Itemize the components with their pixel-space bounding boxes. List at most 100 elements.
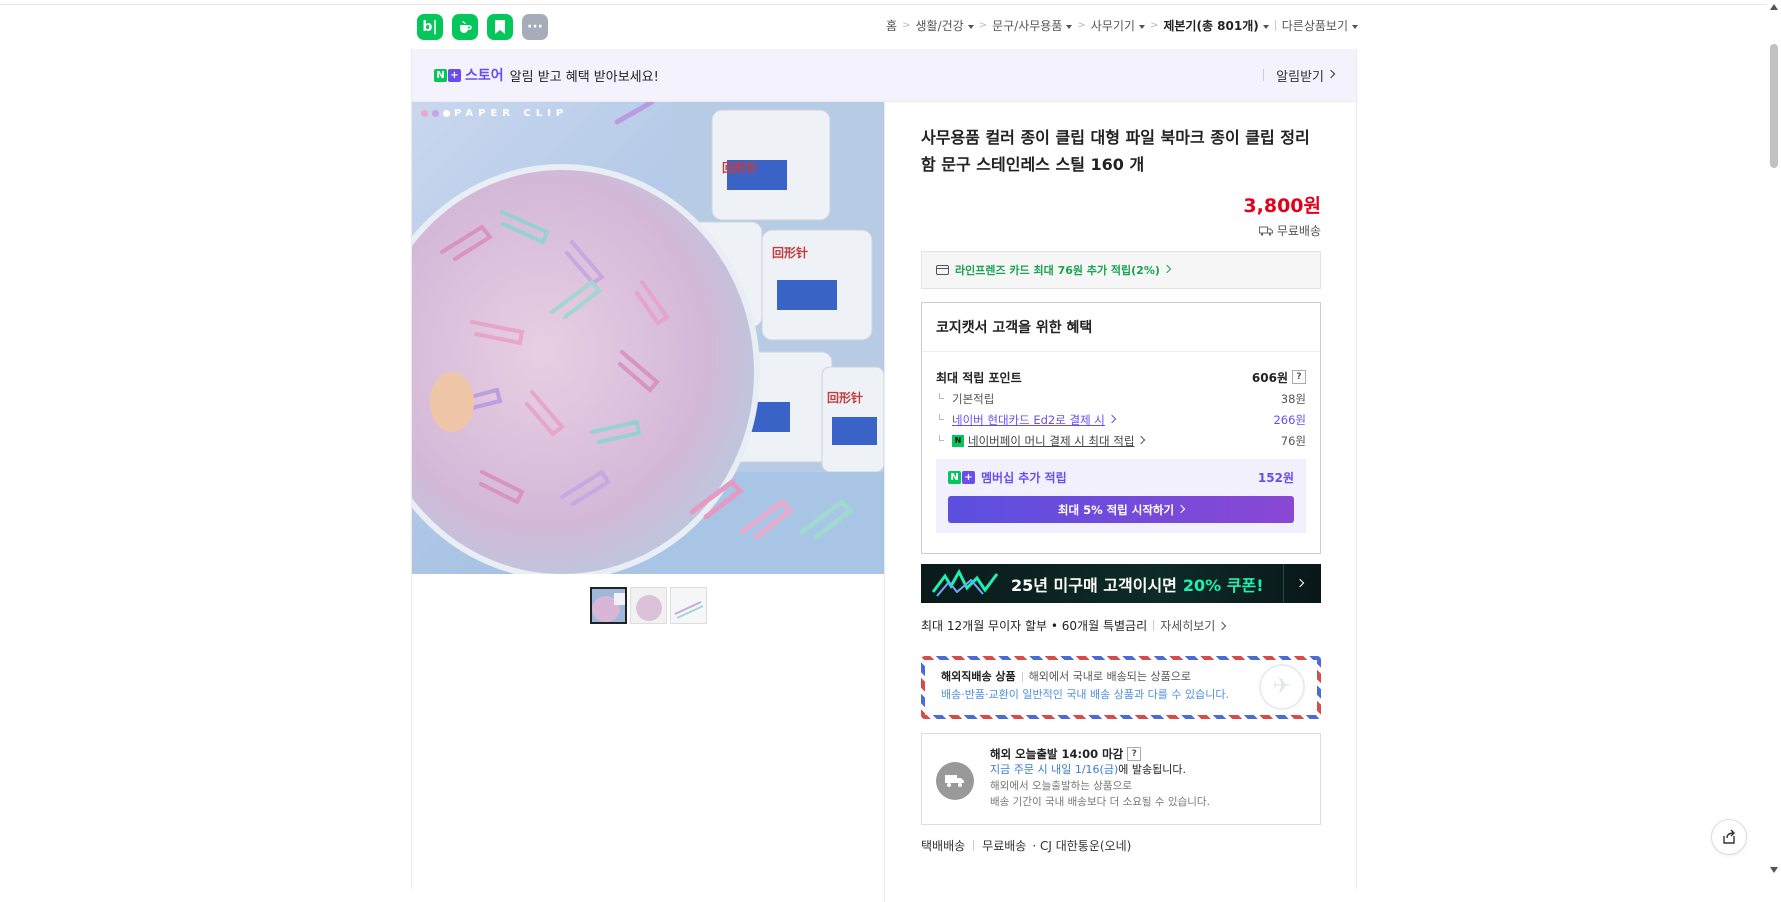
caret-down-icon [967,24,974,29]
breadcrumb-home[interactable]: 홈 [886,17,897,34]
truck-icon [1258,226,1273,236]
breadcrumb-category-2[interactable]: 문구/사무용품 [992,17,1073,34]
purple-dot-icon [432,110,439,117]
start-membership-button[interactable]: 최대 5% 적립 시작하기 [948,496,1294,523]
max-points-row: 최대 적립 포인트 606원 ? [936,366,1306,388]
banner-decoration-icon [931,568,999,597]
product-title: 사무용품 컬러 종이 클립 대형 파일 북마크 종이 클립 정리함 문구 스테인… [921,128,1310,174]
delivery-note-2: 배송 기간이 국내 배송보다 더 소요될 수 있습니다. [990,796,1210,808]
vertical-scrollbar[interactable] [1767,0,1781,877]
column-divider [884,102,885,902]
shipping-info: 무료배송 [921,222,1321,239]
basic-points-value: 38원 [1280,391,1306,406]
caret-down-icon [1066,24,1073,29]
banner-arrow [1283,564,1311,603]
card-points-link[interactable]: 네이버 현대카드 Ed2로 결제 시 [944,412,1105,428]
membership-value: 152원 [1257,471,1294,485]
blog-app-icon[interactable]: b| [417,14,443,40]
card-promo-link[interactable]: 라인프렌즈 카드 최대 76원 추가 적립(2%) [921,251,1321,289]
card-points-value: 266원 [1273,412,1306,427]
breadcrumb-category-1[interactable]: 생활/건강 [915,17,974,34]
start-membership-label: 최대 5% 적립 시작하기 [1057,502,1175,517]
thumbnail-1[interactable] [590,587,627,624]
scroll-thumb[interactable] [1770,44,1778,168]
breadcrumb-category-current[interactable]: 제본기(총 801개) [1163,17,1269,34]
paper-clip-brand-text: PAPER CLIP [454,108,569,119]
thumbnail-2[interactable] [630,587,667,624]
delivery-eta-row: 지금 주문 시 내일 1/16(금)에 발송됩니다. [990,762,1210,778]
plus-icon: + [962,471,975,484]
thumbnail-3[interactable] [670,587,707,624]
benefits-box: 코지캣서 고객을 위한 혜택 최대 적립 포인트 606원 ? 기본적립 38원… [921,302,1321,554]
caret-down-icon [1352,24,1358,29]
divider [1021,672,1023,682]
breadcrumb-category-3[interactable]: 사무기기 [1091,17,1145,34]
white-dot-icon [443,110,450,117]
truck-glyph [945,775,964,787]
divider [1263,69,1265,81]
basic-points-row: 기본적립 38원 [936,388,1306,409]
share-icon [1723,829,1735,844]
breadcrumb-separator-icon: > [978,20,988,31]
breadcrumb-category-2-label: 문구/사무용품 [992,19,1063,33]
subscribe-alerts-label: 알림받기 [1276,69,1324,85]
naver-n-icon: N [434,68,447,82]
chevron-right-icon [1107,414,1117,423]
breadcrumb-divider [1274,20,1276,31]
banner-highlight: 20% 쿠폰! [1182,575,1264,595]
subscribe-alerts-link[interactable]: 알림받기 [1263,66,1336,85]
breadcrumb-separator-icon: > [902,20,911,31]
delivery-truck-icon [936,762,974,800]
shipping-method-row: 택배배송 무료배송 · CJ 대한통운(오네) [921,837,1321,854]
chevron-right-icon [1162,264,1172,274]
divider [973,840,975,851]
scroll-down-icon[interactable] [1770,867,1778,873]
other-products-dropdown[interactable]: 다른상품보기 [1282,17,1358,34]
svg-text:回形针: 回形针 [722,160,758,175]
cafe-app-icon[interactable] [452,14,478,40]
delivery-title: 해외 오늘출발 14:00 마감 [990,747,1124,761]
paper-clips-photo: 回形针 回形针 回形针 [412,102,884,574]
delivery-eta: 지금 주문 시 내일 1/16(금) [990,763,1119,776]
npay-points-link[interactable]: 네이버페이 머니 결제 시 최대 적립 [968,433,1134,449]
chevron-right-icon [1176,504,1186,513]
product-page: N + 스토어 알림 받고 혜택 받아보세요! 알림받기 回形针 回形针 回形针… [411,49,1357,902]
basic-points-label: 기본적립 [952,391,995,406]
share-button[interactable] [1711,819,1747,855]
delivery-text: 해외 오늘출발 14:00 마감? 지금 주문 시 내일 1/16(금)에 발송… [990,746,1210,812]
notification-message: 알림 받고 혜택 받아보세요! [509,69,659,85]
thumbnail-3-image [671,588,706,623]
svg-text:回形针: 回形针 [772,245,808,260]
chevron-right-icon [1326,69,1336,79]
help-icon[interactable]: ? [1292,370,1306,384]
delivery-info-box: 해외 오늘출발 14:00 마감? 지금 주문 시 내일 1/16(금)에 발송… [921,733,1321,825]
product-info-panel: 사무용품 컬러 종이 클립 대형 파일 북마크 종이 클립 정리함 문구 스테인… [921,124,1321,854]
naver-plus-logo: N + [434,68,461,82]
bookmark-app-icon[interactable] [487,14,513,40]
membership-label: 멤버십 추가 적립 [981,471,1067,485]
delivery-note-1: 해외에서 오늘출발하는 상품으로 [990,780,1132,792]
card-points-row: 네이버 현대카드 Ed2로 결제 시 266원 [936,409,1306,430]
thumbnail-strip [590,587,707,624]
shipping-fee: 무료배송 [982,839,1027,853]
help-icon[interactable]: ? [1127,747,1142,761]
scroll-up-icon[interactable] [1770,4,1778,10]
more-apps-icon[interactable]: ··· [522,14,548,40]
credit-card-icon [936,265,949,275]
max-points-label: 최대 적립 포인트 [936,370,1022,385]
airplane-stamp-icon: ✈ [1259,664,1305,710]
coupon-banner[interactable]: 25년 미구매 고객이시면 20% 쿠폰! [921,564,1321,603]
product-main-image[interactable]: 回形针 回形针 回形针 PAPER CLIP [412,102,884,574]
delivery-title-row: 해외 오늘출발 14:00 마감? [990,746,1210,762]
thumbnail-2-image [631,588,666,623]
chevron-right-icon [1218,621,1227,630]
chevron-right-icon [1295,578,1304,587]
installment-details-link[interactable]: 자세히보기 [1160,617,1227,634]
thumbnail-1-image [592,589,625,622]
product-price: 3,800원 [1243,195,1321,217]
breadcrumb-separator-icon: > [1149,20,1159,31]
caret-down-icon [1138,24,1145,29]
overseas-line-1: 해외직배송 상품 해외에서 국내로 배송되는 상품으로 [941,668,1301,686]
npay-icon: N [952,434,964,447]
membership-box: N + 멤버십 추가 적립 152원 최대 5% 적립 시작하기 [936,459,1306,533]
